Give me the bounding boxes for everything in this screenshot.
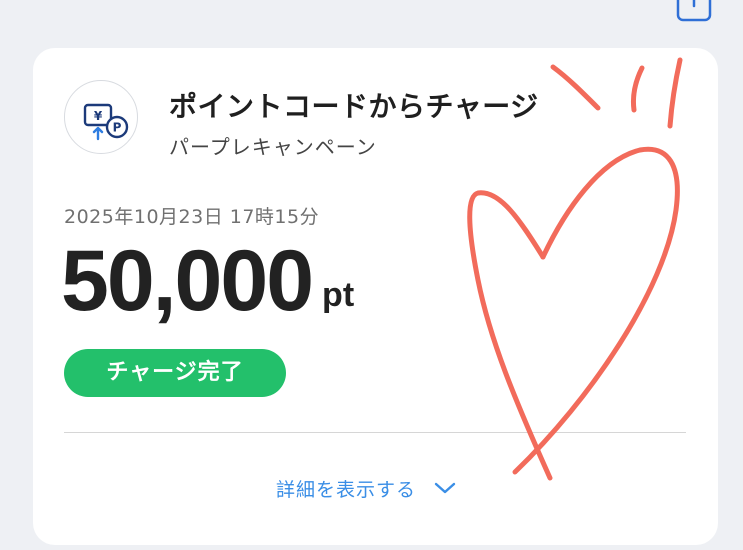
chevron-down-icon [434,482,456,494]
divider [64,432,686,433]
transaction-title: ポイントコードからチャージ [169,90,539,123]
share-button[interactable] [674,0,714,22]
share-icon [676,0,712,22]
merchant-logo: ¥ P [64,80,138,154]
amount-value: 50,000 [61,233,314,329]
transaction-datetime: 2025年10月23日 17時15分 [64,206,320,228]
screen: ¥ P ポイントコードからチャージ パープレキャンペーン 2025年10月23日… [0,0,743,550]
show-details-button[interactable]: 詳細を表示する [276,473,456,503]
transaction-card: ¥ P ポイントコードからチャージ パープレキャンペーン 2025年10月23日… [33,48,718,545]
amount-unit: pt [322,276,355,314]
campaign-name: パープレキャンペーン [169,135,377,159]
status-badge: チャージ完了 [64,349,286,397]
point-amount: 50,000 pt [61,236,354,326]
point-code-charge-icon: ¥ P [83,103,129,141]
svg-text:P: P [113,121,122,135]
show-details-label: 詳細を表示する [276,478,417,501]
svg-text:¥: ¥ [94,109,103,123]
